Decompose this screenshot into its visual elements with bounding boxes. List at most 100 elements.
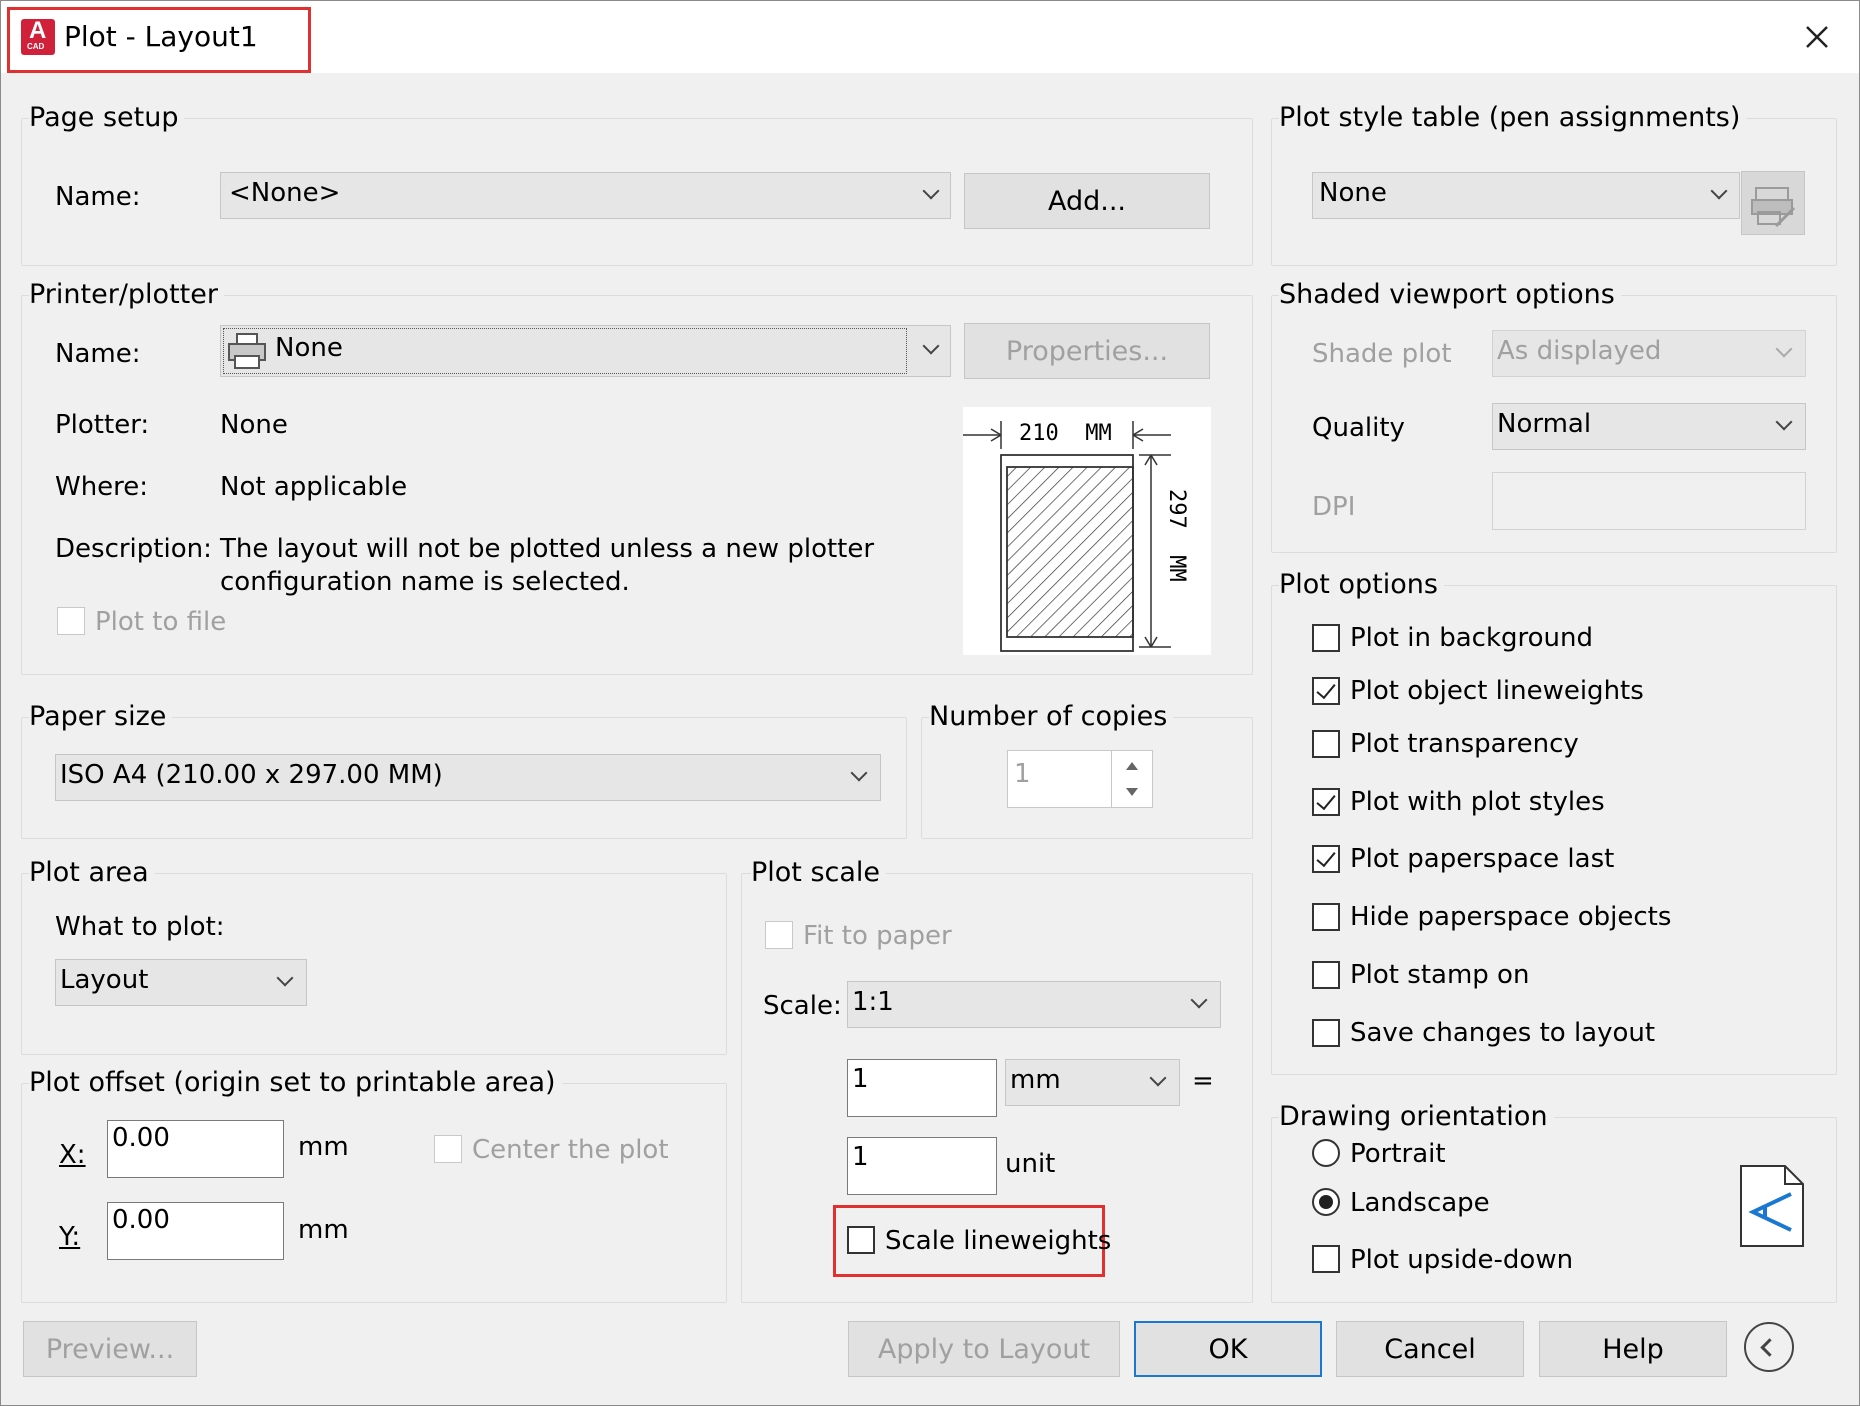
plot-option-label: Hide paperspace objects bbox=[1350, 902, 1672, 932]
x-offset-input[interactable]: 0.00 bbox=[107, 1120, 284, 1178]
orientation-label: Drawing orientation bbox=[1279, 1101, 1554, 1133]
scale-value1-input[interactable]: 1 bbox=[847, 1059, 997, 1117]
center-plot-checkbox[interactable] bbox=[434, 1135, 462, 1163]
description-line-2: configuration name is selected. bbox=[220, 567, 630, 597]
apply-to-layout-button[interactable]: Apply to Layout bbox=[848, 1321, 1120, 1377]
paper-preview: 210 MM 297 MM bbox=[963, 407, 1211, 655]
plot-option-checkbox[interactable] bbox=[1312, 845, 1340, 873]
paper-height-label: 297 MM bbox=[1164, 489, 1189, 582]
plot-to-file-checkbox[interactable] bbox=[57, 607, 85, 635]
dpi-input[interactable] bbox=[1492, 472, 1806, 530]
plot-style-dropdown[interactable]: None bbox=[1312, 172, 1740, 219]
plot-option-checkbox[interactable] bbox=[1312, 677, 1340, 705]
scale-unit-dropdown[interactable]: mm bbox=[1005, 1059, 1180, 1106]
upside-down-checkbox[interactable] bbox=[1312, 1245, 1340, 1273]
plot-offset-group bbox=[21, 1083, 727, 1303]
plot-area-label: Plot area bbox=[29, 857, 155, 889]
what-to-plot-value: Layout bbox=[60, 965, 149, 995]
copies-label: Number of copies bbox=[929, 701, 1174, 733]
landscape-label: Landscape bbox=[1350, 1188, 1490, 1218]
paper-size-dropdown[interactable]: ISO A4 (210.00 x 297.00 MM) bbox=[55, 754, 881, 801]
what-to-plot-label: What to plot: bbox=[55, 912, 225, 942]
page-setup-name-value: <None> bbox=[229, 178, 341, 208]
dpi-label: DPI bbox=[1312, 492, 1356, 522]
y-label: Y: bbox=[59, 1222, 81, 1252]
plot-offset-label: Plot offset (origin set to printable are… bbox=[29, 1067, 562, 1099]
printer-name-value: None bbox=[275, 333, 343, 363]
plot-style-label: Plot style table (pen assignments) bbox=[1279, 102, 1747, 134]
description-line-1: The layout will not be plotted unless a … bbox=[220, 534, 875, 564]
preview-button[interactable]: Preview... bbox=[23, 1321, 197, 1377]
plot-option-checkbox[interactable] bbox=[1312, 730, 1340, 758]
plot-style-edit-button[interactable] bbox=[1741, 171, 1805, 235]
copies-spinner[interactable] bbox=[1111, 751, 1153, 807]
properties-button[interactable]: Properties... bbox=[964, 323, 1210, 379]
chevron-down-icon bbox=[276, 969, 294, 987]
checkmark-icon bbox=[1316, 678, 1336, 700]
scale-lineweights-label: Scale lineweights bbox=[885, 1226, 1112, 1256]
cancel-button[interactable]: Cancel bbox=[1336, 1321, 1524, 1377]
where-value: Not applicable bbox=[220, 472, 408, 502]
plot-options-group bbox=[1271, 585, 1837, 1075]
page-setup-name-label: Name: bbox=[55, 182, 141, 212]
plotter-label: Plotter: bbox=[55, 410, 150, 440]
chevron-down-icon bbox=[1710, 182, 1728, 200]
scale-value2-input[interactable]: 1 bbox=[847, 1137, 997, 1195]
fit-to-paper-checkbox[interactable] bbox=[765, 921, 793, 949]
plot-option-label: Plot with plot styles bbox=[1350, 787, 1605, 817]
ok-button[interactable]: OK bbox=[1134, 1321, 1322, 1377]
plot-option-checkbox[interactable] bbox=[1312, 788, 1340, 816]
add-button[interactable]: Add... bbox=[964, 173, 1210, 229]
what-to-plot-dropdown[interactable]: Layout bbox=[55, 959, 307, 1006]
printer-icon bbox=[228, 333, 266, 369]
y-offset-value: 0.00 bbox=[112, 1205, 170, 1235]
scale-value1: 1 bbox=[852, 1064, 869, 1094]
page-setup-name-dropdown[interactable]: <None> bbox=[220, 172, 951, 219]
plot-style-value: None bbox=[1319, 178, 1387, 208]
printer-name-dropdown[interactable]: None bbox=[220, 325, 951, 377]
chevron-down-icon bbox=[850, 764, 868, 782]
y-unit: mm bbox=[298, 1215, 349, 1245]
help-button[interactable]: Help bbox=[1539, 1321, 1727, 1377]
scale-dropdown[interactable]: 1:1 bbox=[847, 981, 1221, 1028]
plot-option-label: Plot object lineweights bbox=[1350, 676, 1644, 706]
scale-lineweights-checkbox[interactable] bbox=[847, 1226, 875, 1254]
where-label: Where: bbox=[55, 472, 149, 502]
center-plot-label: Center the plot bbox=[472, 1135, 669, 1165]
landscape-radio[interactable] bbox=[1312, 1188, 1340, 1216]
scale-unit-value: mm bbox=[1010, 1065, 1061, 1095]
checkmark-icon bbox=[1316, 846, 1336, 868]
shade-plot-dropdown[interactable]: As displayed bbox=[1492, 330, 1806, 377]
plot-option-label: Plot in background bbox=[1350, 623, 1594, 653]
collapse-button[interactable] bbox=[1744, 1322, 1794, 1372]
spin-up-icon bbox=[1126, 762, 1138, 770]
plot-option-label: Plot paperspace last bbox=[1350, 844, 1615, 874]
quality-dropdown[interactable]: Normal bbox=[1492, 403, 1806, 450]
portrait-radio[interactable] bbox=[1312, 1139, 1340, 1167]
plot-scale-label: Plot scale bbox=[751, 857, 887, 889]
chevron-down-icon bbox=[922, 337, 940, 355]
chevron-down-icon bbox=[1775, 413, 1793, 431]
quality-value: Normal bbox=[1497, 409, 1592, 439]
plot-option-checkbox[interactable] bbox=[1312, 1019, 1340, 1047]
x-label: X: bbox=[59, 1140, 86, 1170]
copies-input[interactable]: 1 bbox=[1007, 750, 1153, 808]
quality-label: Quality bbox=[1312, 413, 1405, 443]
spin-down-icon bbox=[1126, 788, 1138, 796]
y-offset-input[interactable]: 0.00 bbox=[107, 1202, 284, 1260]
scale-value: 1:1 bbox=[852, 987, 894, 1017]
chevron-down-icon bbox=[1190, 991, 1208, 1009]
plot-option-checkbox[interactable] bbox=[1312, 961, 1340, 989]
close-button[interactable] bbox=[1791, 13, 1841, 61]
title-bar: A CAD Plot - Layout1 bbox=[1, 1, 1859, 73]
checkmark-icon bbox=[1316, 789, 1336, 811]
paper-size-label: Paper size bbox=[29, 701, 173, 733]
plot-option-label: Plot transparency bbox=[1350, 729, 1579, 759]
plot-option-checkbox[interactable] bbox=[1312, 624, 1340, 652]
plot-option-checkbox[interactable] bbox=[1312, 903, 1340, 931]
copies-value: 1 bbox=[1014, 759, 1031, 789]
chevron-down-icon bbox=[1775, 340, 1793, 358]
x-offset-value: 0.00 bbox=[112, 1123, 170, 1153]
fit-to-paper-label: Fit to paper bbox=[803, 921, 952, 951]
plot-option-label: Plot stamp on bbox=[1350, 960, 1530, 990]
